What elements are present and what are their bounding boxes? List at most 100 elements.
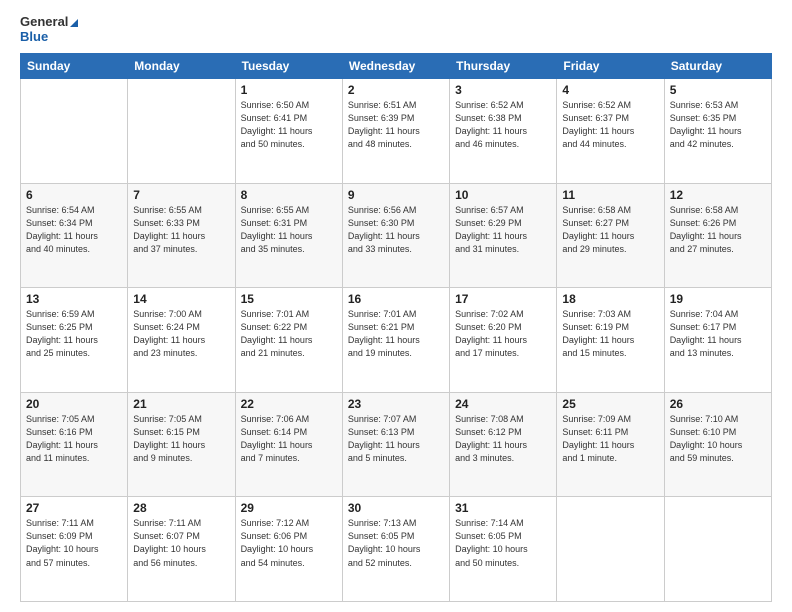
day-info: Sunrise: 6:56 AM Sunset: 6:30 PM Dayligh… <box>348 204 444 256</box>
header: General Blue <box>20 15 772 45</box>
day-info: Sunrise: 7:06 AM Sunset: 6:14 PM Dayligh… <box>241 413 337 465</box>
day-info: Sunrise: 7:07 AM Sunset: 6:13 PM Dayligh… <box>348 413 444 465</box>
day-info: Sunrise: 6:54 AM Sunset: 6:34 PM Dayligh… <box>26 204 122 256</box>
week-row-1: 1 Sunrise: 6:50 AM Sunset: 6:41 PM Daylig… <box>21 78 772 183</box>
day-number: 6 <box>26 188 122 202</box>
day-number: 2 <box>348 83 444 97</box>
calendar-cell: 30 Sunrise: 7:13 AM Sunset: 6:05 PM Dayli… <box>342 497 449 602</box>
day-info: Sunrise: 7:10 AM Sunset: 6:10 PM Dayligh… <box>670 413 766 465</box>
weekday-header-friday: Friday <box>557 53 664 78</box>
calendar-cell <box>557 497 664 602</box>
week-row-5: 27Sunrise: 7:11 AM Sunset: 6:09 PM Dayli… <box>21 497 772 602</box>
calendar-cell: 31 Sunrise: 7:14 AM Sunset: 6:05 PM Dayli… <box>450 497 557 602</box>
day-info: Sunrise: 6:51 AM Sunset: 6:39 PM Dayligh… <box>348 99 444 151</box>
day-info: Sunrise: 7:12 AM Sunset: 6:06 PM Dayligh… <box>241 517 337 569</box>
day-number: 19 <box>670 292 766 306</box>
day-number: 8 <box>241 188 337 202</box>
day-number: 11 <box>562 188 658 202</box>
day-info: Sunrise: 7:11 AM Sunset: 6:07 PM Dayligh… <box>133 517 229 569</box>
day-number: 31 <box>455 501 551 515</box>
calendar-cell: 14 Sunrise: 7:00 AM Sunset: 6:24 PM Dayli… <box>128 288 235 393</box>
calendar-cell: 29 Sunrise: 7:12 AM Sunset: 6:06 PM Dayli… <box>235 497 342 602</box>
calendar-cell: 10 Sunrise: 6:57 AM Sunset: 6:29 PM Dayli… <box>450 183 557 288</box>
day-info: Sunrise: 6:58 AM Sunset: 6:27 PM Dayligh… <box>562 204 658 256</box>
calendar-cell: 22 Sunrise: 7:06 AM Sunset: 6:14 PM Dayli… <box>235 392 342 497</box>
calendar-cell <box>128 78 235 183</box>
day-info: Sunrise: 7:03 AM Sunset: 6:19 PM Dayligh… <box>562 308 658 360</box>
day-number: 23 <box>348 397 444 411</box>
calendar-cell: 7Sunrise: 6:55 AM Sunset: 6:33 PM Daylig… <box>128 183 235 288</box>
calendar-cell: 12Sunrise: 6:58 AM Sunset: 6:26 PM Dayli… <box>664 183 771 288</box>
logo-blue: Blue <box>20 30 78 45</box>
week-row-2: 6 Sunrise: 6:54 AM Sunset: 6:34 PM Daylig… <box>21 183 772 288</box>
day-number: 30 <box>348 501 444 515</box>
calendar-cell: 20 Sunrise: 7:05 AM Sunset: 6:16 PM Dayli… <box>21 392 128 497</box>
weekday-header-tuesday: Tuesday <box>235 53 342 78</box>
day-info: Sunrise: 6:50 AM Sunset: 6:41 PM Dayligh… <box>241 99 337 151</box>
calendar-cell: 2 Sunrise: 6:51 AM Sunset: 6:39 PM Daylig… <box>342 78 449 183</box>
weekday-header-wednesday: Wednesday <box>342 53 449 78</box>
calendar-table: SundayMondayTuesdayWednesdayThursdayFrid… <box>20 53 772 602</box>
calendar-cell: 28 Sunrise: 7:11 AM Sunset: 6:07 PM Dayli… <box>128 497 235 602</box>
day-number: 29 <box>241 501 337 515</box>
calendar-cell: 9 Sunrise: 6:56 AM Sunset: 6:30 PM Daylig… <box>342 183 449 288</box>
calendar-cell: 24 Sunrise: 7:08 AM Sunset: 6:12 PM Dayli… <box>450 392 557 497</box>
day-number: 5 <box>670 83 766 97</box>
calendar-cell: 23 Sunrise: 7:07 AM Sunset: 6:13 PM Dayli… <box>342 392 449 497</box>
day-info: Sunrise: 7:00 AM Sunset: 6:24 PM Dayligh… <box>133 308 229 360</box>
day-info: Sunrise: 6:59 AM Sunset: 6:25 PM Dayligh… <box>26 308 122 360</box>
calendar-cell: 25Sunrise: 7:09 AM Sunset: 6:11 PM Dayli… <box>557 392 664 497</box>
day-number: 21 <box>133 397 229 411</box>
day-number: 26 <box>670 397 766 411</box>
day-info: Sunrise: 7:02 AM Sunset: 6:20 PM Dayligh… <box>455 308 551 360</box>
day-info: Sunrise: 7:09 AM Sunset: 6:11 PM Dayligh… <box>562 413 658 465</box>
day-info: Sunrise: 7:13 AM Sunset: 6:05 PM Dayligh… <box>348 517 444 569</box>
calendar-cell: 15 Sunrise: 7:01 AM Sunset: 6:22 PM Dayli… <box>235 288 342 393</box>
day-info: Sunrise: 7:01 AM Sunset: 6:22 PM Dayligh… <box>241 308 337 360</box>
calendar-cell: 19 Sunrise: 7:04 AM Sunset: 6:17 PM Dayli… <box>664 288 771 393</box>
calendar-cell: 13 Sunrise: 6:59 AM Sunset: 6:25 PM Dayli… <box>21 288 128 393</box>
calendar-cell: 17Sunrise: 7:02 AM Sunset: 6:20 PM Dayli… <box>450 288 557 393</box>
day-info: Sunrise: 6:55 AM Sunset: 6:31 PM Dayligh… <box>241 204 337 256</box>
day-number: 20 <box>26 397 122 411</box>
day-info: Sunrise: 7:01 AM Sunset: 6:21 PM Dayligh… <box>348 308 444 360</box>
day-number: 28 <box>133 501 229 515</box>
calendar-cell: 27Sunrise: 7:11 AM Sunset: 6:09 PM Dayli… <box>21 497 128 602</box>
day-number: 10 <box>455 188 551 202</box>
calendar-cell: 4 Sunrise: 6:52 AM Sunset: 6:37 PM Daylig… <box>557 78 664 183</box>
day-number: 24 <box>455 397 551 411</box>
calendar-cell: 5 Sunrise: 6:53 AM Sunset: 6:35 PM Daylig… <box>664 78 771 183</box>
day-info: Sunrise: 7:05 AM Sunset: 6:15 PM Dayligh… <box>133 413 229 465</box>
day-info: Sunrise: 6:57 AM Sunset: 6:29 PM Dayligh… <box>455 204 551 256</box>
day-info: Sunrise: 7:05 AM Sunset: 6:16 PM Dayligh… <box>26 413 122 465</box>
day-number: 4 <box>562 83 658 97</box>
day-number: 13 <box>26 292 122 306</box>
day-info: Sunrise: 7:04 AM Sunset: 6:17 PM Dayligh… <box>670 308 766 360</box>
day-number: 22 <box>241 397 337 411</box>
day-number: 12 <box>670 188 766 202</box>
weekday-header-row: SundayMondayTuesdayWednesdayThursdayFrid… <box>21 53 772 78</box>
page: General Blue SundayMondayTuesdayWednesda… <box>0 0 792 612</box>
calendar-cell: 21 Sunrise: 7:05 AM Sunset: 6:15 PM Dayli… <box>128 392 235 497</box>
day-info: Sunrise: 6:52 AM Sunset: 6:37 PM Dayligh… <box>562 99 658 151</box>
weekday-header-sunday: Sunday <box>21 53 128 78</box>
day-number: 3 <box>455 83 551 97</box>
day-info: Sunrise: 7:08 AM Sunset: 6:12 PM Dayligh… <box>455 413 551 465</box>
calendar-cell: 16 Sunrise: 7:01 AM Sunset: 6:21 PM Dayli… <box>342 288 449 393</box>
day-number: 18 <box>562 292 658 306</box>
day-number: 14 <box>133 292 229 306</box>
day-info: Sunrise: 7:11 AM Sunset: 6:09 PM Dayligh… <box>26 517 122 569</box>
calendar-cell: 18 Sunrise: 7:03 AM Sunset: 6:19 PM Dayli… <box>557 288 664 393</box>
weekday-header-saturday: Saturday <box>664 53 771 78</box>
week-row-4: 20 Sunrise: 7:05 AM Sunset: 6:16 PM Dayli… <box>21 392 772 497</box>
calendar-cell: 3Sunrise: 6:52 AM Sunset: 6:38 PM Daylig… <box>450 78 557 183</box>
day-number: 15 <box>241 292 337 306</box>
calendar-cell: 1 Sunrise: 6:50 AM Sunset: 6:41 PM Daylig… <box>235 78 342 183</box>
day-number: 7 <box>133 188 229 202</box>
day-number: 1 <box>241 83 337 97</box>
day-info: Sunrise: 6:53 AM Sunset: 6:35 PM Dayligh… <box>670 99 766 151</box>
day-number: 16 <box>348 292 444 306</box>
day-number: 9 <box>348 188 444 202</box>
logo-general: General <box>20 15 78 30</box>
day-info: Sunrise: 7:14 AM Sunset: 6:05 PM Dayligh… <box>455 517 551 569</box>
